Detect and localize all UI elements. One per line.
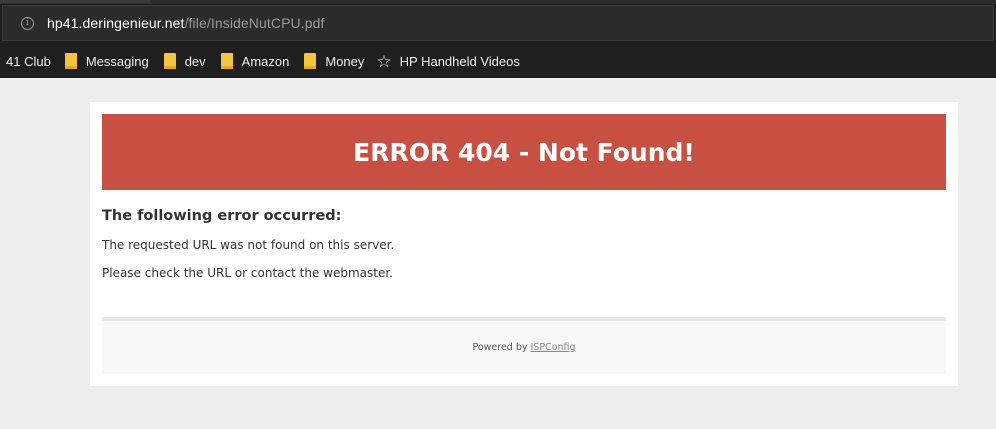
bookmark-label: Messaging [85,53,149,69]
footer-prefix: Powered by [472,342,528,353]
bookmark-messaging[interactable]: Messaging [64,53,149,69]
bookmark-amazon[interactable]: Amazon [220,53,290,69]
error-heading: The following error occurred: [102,208,342,224]
folder-icon [304,53,317,69]
url-host: hp41.deringenieur.net [47,15,185,31]
bookmark-money[interactable]: Money [304,53,364,69]
error-message-2: Please check the URL or contact the webm… [102,266,393,280]
folder-icon [64,53,77,69]
address-bar[interactable]: i hp41.deringenieur.net/file/InsideNutCP… [2,5,994,41]
bookmark-label: dev [184,53,206,69]
page-content: ERROR 404 - Not Found! The following err… [0,78,996,429]
bookmark-dev[interactable]: dev [163,53,206,69]
tab-edge [0,0,150,3]
footer: Powered by ISPConfig [102,321,946,374]
url-path: /file/InsideNutCPU.pdf [184,15,325,31]
browser-chrome: i hp41.deringenieur.net/file/InsideNutCP… [0,0,996,78]
folder-icon [220,53,233,69]
star-icon: ☆ [376,51,392,71]
bookmark-label: HP Handheld Videos [399,53,520,69]
error-message-1: The requested URL was not found on this … [102,238,395,252]
bookmark-label: 41 Club [6,53,51,69]
url-text[interactable]: hp41.deringenieur.net/file/InsideNutCPU.… [47,15,325,31]
bookmark-hp-handheld-videos[interactable]: ☆ HP Handheld Videos [376,53,519,70]
error-card: ERROR 404 - Not Found! The following err… [90,102,958,386]
folder-icon [163,53,176,69]
bookmarks-bar: 41 Club Messaging dev Amazon Money ☆ HP … [0,44,996,78]
bookmark-label: Amazon [241,53,290,69]
bookmark-41-club[interactable]: 41 Club [6,54,51,69]
error-banner: ERROR 404 - Not Found! [102,114,946,190]
info-icon[interactable]: i [21,16,34,30]
ispconfig-link[interactable]: ISPConfig [531,342,576,353]
bookmark-label: Money [325,53,365,69]
